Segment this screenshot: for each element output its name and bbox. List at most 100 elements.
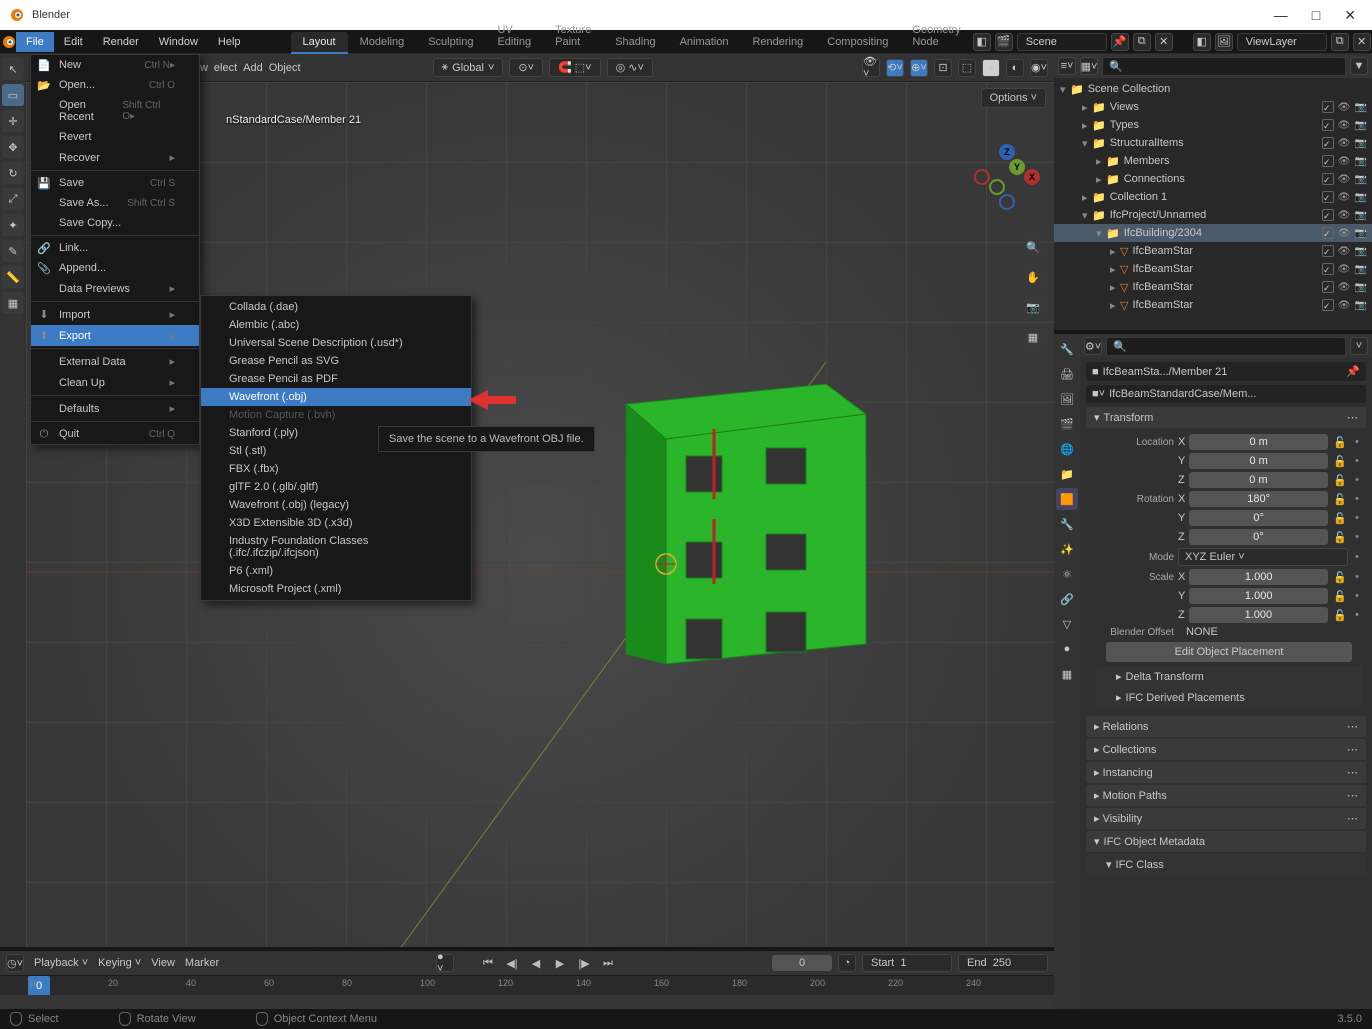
axis-x-icon[interactable]: X [1024, 169, 1040, 185]
tab-scene-icon[interactable]: 🎬 [1056, 413, 1078, 435]
outliner-item[interactable]: 📁Members👁📷 [1054, 152, 1372, 170]
timeline-ruler[interactable]: 0 020406080100120140160180200220240 [0, 975, 1054, 995]
autokey-toggle-icon[interactable]: ● ˅ [436, 954, 454, 972]
outliner-item[interactable]: 📁IfcBuilding/2304👁📷 [1054, 224, 1372, 242]
menu-edit[interactable]: Edit [54, 32, 93, 52]
outliner-item[interactable]: 📁Types👁📷 [1054, 116, 1372, 134]
blender-menu-icon[interactable] [0, 31, 16, 53]
axis-z-icon[interactable]: Z [999, 144, 1015, 160]
tab-world-icon[interactable]: 🌐 [1056, 438, 1078, 460]
file-menu-new[interactable]: 📄NewCtrl N▸ [31, 55, 199, 75]
outliner-item[interactable]: 📁StructuralItems👁📷 [1054, 134, 1372, 152]
play-reverse-icon[interactable]: ◀ [526, 954, 546, 972]
add-tool-icon[interactable]: ▦ [2, 292, 24, 314]
export-grease-pencil-as-svg[interactable]: Grease Pencil as SVG [201, 352, 471, 370]
end-frame-field[interactable]: End 250 [958, 954, 1048, 972]
viewport-options-button[interactable]: Options ˅ [981, 88, 1046, 108]
pan-icon[interactable]: ✋ [1020, 264, 1046, 290]
preview-range-icon[interactable]: ◔ [838, 954, 856, 972]
file-menu-save-copy-[interactable]: Save Copy... [31, 213, 199, 233]
export-fbx-fbx-[interactable]: FBX (.fbx) [201, 460, 471, 478]
tab-modifiers-icon[interactable]: 🔧 [1056, 513, 1078, 535]
start-frame-field[interactable]: Start 1 [862, 954, 952, 972]
file-menu-link-[interactable]: 🔗Link... [31, 238, 199, 258]
timeline-type-icon[interactable]: ◷˅ [6, 954, 24, 972]
outliner-item[interactable]: ▽IfcBeamStar👁📷 [1054, 242, 1372, 260]
panel-relations[interactable]: ▸ Relations ⋯ [1086, 716, 1366, 737]
measure-tool-icon[interactable]: 📏 [2, 266, 24, 288]
tab-layout[interactable]: Layout [291, 32, 348, 54]
jump-end-icon[interactable]: ⏭ [598, 954, 618, 972]
tab-render-icon[interactable]: 🔧 [1056, 338, 1078, 360]
lock-icon[interactable]: 🔓 [1332, 436, 1348, 449]
breadcrumb-data[interactable]: ■˅ IfcBeamStandardCase/Mem... [1086, 385, 1366, 403]
outliner-item[interactable]: ▽IfcBeamStar👁📷 [1054, 260, 1372, 278]
outliner-item[interactable]: 📁Views👁📷 [1054, 98, 1372, 116]
perspective-toggle-icon[interactable]: ▦ [1020, 324, 1046, 350]
rotation-mode-selector[interactable]: XYZ Euler ˅ [1178, 548, 1348, 566]
props-options-icon[interactable]: ˅ [1350, 337, 1368, 355]
location-z[interactable]: 0 m [1189, 472, 1328, 488]
menu-select[interactable]: elect [214, 62, 237, 74]
outliner-display-icon[interactable]: ▦˅ [1080, 57, 1098, 75]
visibility-icon[interactable]: 👁˅ [862, 59, 880, 77]
file-menu-save-as-[interactable]: Save As...Shift Ctrl S [31, 193, 199, 213]
scale-y[interactable]: 1.000 [1189, 588, 1328, 604]
export-alembic-abc-[interactable]: Alembic (.abc) [201, 316, 471, 334]
outliner-item[interactable]: 📁Collection 1👁📷 [1054, 188, 1372, 206]
edit-object-placement-button[interactable]: Edit Object Placement [1106, 642, 1352, 662]
transform-tool-icon[interactable]: ✦ [2, 214, 24, 236]
rotation-y[interactable]: 0° [1189, 510, 1328, 526]
export-collada-dae-[interactable]: Collada (.dae) [201, 298, 471, 316]
menu-help[interactable]: Help [208, 32, 251, 52]
close-button[interactable]: ✕ [1344, 7, 1356, 24]
panel-ifc-class[interactable]: ▾ IFC Class [1086, 854, 1366, 875]
tab-animation[interactable]: Animation [668, 32, 741, 54]
menu-add[interactable]: Add [243, 62, 263, 74]
breadcrumb-object[interactable]: ■ IfcBeamSta.../Member 21 📌 [1086, 362, 1366, 381]
scale-z[interactable]: 1.000 [1189, 607, 1328, 623]
scene-copy-icon[interactable]: ⧉ [1133, 33, 1151, 51]
tab-object-icon[interactable]: 🟧 [1056, 488, 1078, 510]
panel-ifc-derived[interactable]: ▸ IFC Derived Placements [1096, 687, 1362, 708]
file-menu-quit[interactable]: ⏻QuitCtrl Q [31, 424, 199, 444]
orientation-selector[interactable]: ⚹ Global ˅ [433, 58, 504, 77]
file-menu-external-data[interactable]: External Data▸ [31, 351, 199, 372]
scene-browse-icon[interactable]: ◧ [973, 33, 991, 51]
export-industry-foundation-classes-ifc-ifczip-ifcjson-[interactable]: Industry Foundation Classes (.ifc/.ifczi… [201, 532, 471, 562]
jump-next-key-icon[interactable]: |▶ [574, 954, 594, 972]
export-gltf-2-0-glb-gltf-[interactable]: glTF 2.0 (.glb/.gltf) [201, 478, 471, 496]
tab-uv-editing[interactable]: UV Editing [485, 20, 543, 54]
minimize-button[interactable]: — [1274, 7, 1288, 24]
tab-output-icon[interactable]: 🖨 [1056, 363, 1078, 385]
outliner-item[interactable]: 📁Connections👁📷 [1054, 170, 1372, 188]
file-menu-export[interactable]: ⬆Export▸ [31, 325, 199, 346]
jump-prev-key-icon[interactable]: ◀| [502, 954, 522, 972]
export-x3d-extensible-3d-x3d-[interactable]: X3D Extensible 3D (.x3d) [201, 514, 471, 532]
tab-collection-icon[interactable]: 📁 [1056, 463, 1078, 485]
rotation-x[interactable]: 180° [1189, 491, 1328, 507]
timeline-playback[interactable]: Playback ˅ [34, 957, 88, 969]
select-box-tool-icon[interactable]: ▭ [2, 84, 24, 106]
viewlayer-browse-icon[interactable]: ◧ [1193, 33, 1211, 51]
camera-view-icon[interactable]: 📷 [1020, 294, 1046, 320]
viewlayer-name-field[interactable] [1237, 33, 1327, 51]
scene-delete-icon[interactable]: ✕ [1155, 33, 1173, 51]
panel-collections[interactable]: ▸ Collections ⋯ [1086, 739, 1366, 760]
menu-window[interactable]: Window [149, 32, 208, 52]
move-tool-icon[interactable]: ✥ [2, 136, 24, 158]
pivot-selector[interactable]: ⊙˅ [509, 58, 543, 77]
axis-neg-z-icon[interactable] [999, 194, 1015, 210]
viewlayer-copy-icon[interactable]: ⧉ [1331, 33, 1349, 51]
file-menu-import[interactable]: ⬇Import▸ [31, 304, 199, 325]
menu-render[interactable]: Render [93, 32, 149, 52]
axis-y-icon[interactable]: Y [1009, 159, 1025, 175]
cursor-tool-icon[interactable]: ↖ [2, 58, 24, 80]
tab-texture-paint[interactable]: Texture Paint [543, 20, 603, 54]
panel-ifc-metadata[interactable]: ▾ IFC Object Metadata [1086, 831, 1366, 852]
outliner-item[interactable]: 📁IfcProject/Unnamed👁📷 [1054, 206, 1372, 224]
outliner-type-icon[interactable]: ≡˅ [1058, 57, 1076, 75]
play-icon[interactable]: ▶ [550, 954, 570, 972]
maximize-button[interactable]: □ [1312, 7, 1320, 24]
tab-viewlayer-icon[interactable]: 🖼 [1056, 388, 1078, 410]
